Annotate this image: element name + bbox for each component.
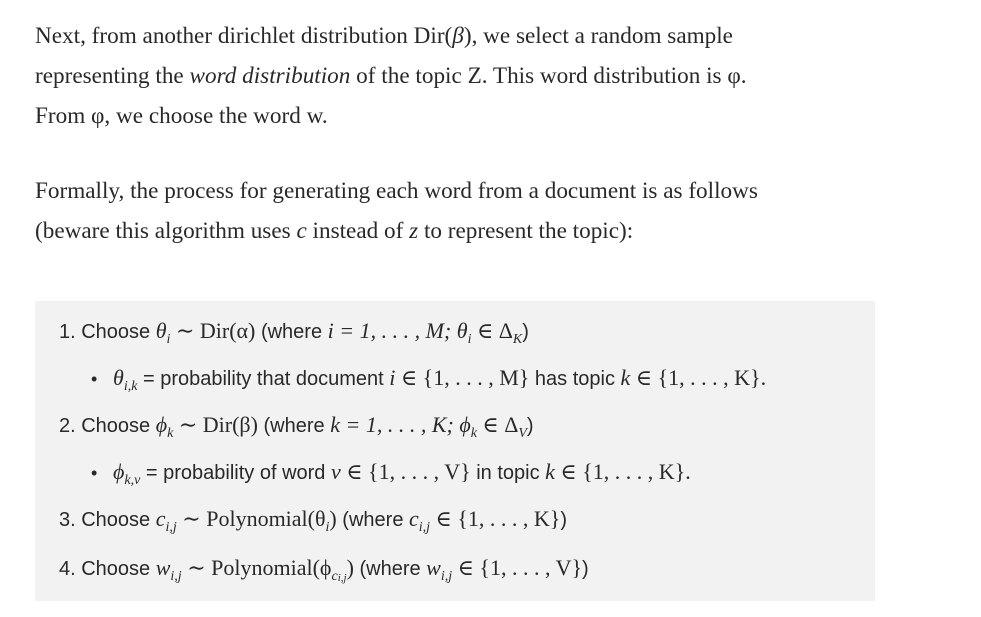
math-expression: ∈ {1, . . . , K} xyxy=(430,506,561,531)
math-expression: i = 1, . . . , M; θ xyxy=(327,318,468,343)
algorithm-step-3: 3. Choose ci,j ∼ Polynomial(θi) (where c… xyxy=(59,505,567,537)
detail-text: = probability of word xyxy=(140,462,331,484)
p1-text-e: From φ, we choose the word w. xyxy=(35,103,328,129)
p2-text-c: instead of xyxy=(306,218,410,244)
close-paren: ) xyxy=(560,509,568,531)
phi-symbol: ϕ xyxy=(155,412,168,437)
p2-text-b: (beware this algorithm uses xyxy=(35,218,297,244)
algorithm-step-2: 2. Choose ϕk ∼ Dir(β) (where k = 1, . . … xyxy=(59,411,534,443)
paragraph-word-distribution: Next, from another dirichlet distributio… xyxy=(35,16,955,136)
math-expression: ∈ {1, . . . , V} xyxy=(340,459,471,484)
algorithm-step-2-detail: • ϕk,v = probability of word v ∈ {1, . . … xyxy=(91,458,691,490)
subscript: i xyxy=(467,332,472,347)
close-paren: ) xyxy=(522,321,529,343)
subscript: V xyxy=(518,426,527,441)
phi-symbol: ϕ xyxy=(113,459,125,484)
math-expression: ∼ Polynomial(θ xyxy=(176,506,326,531)
math-expression: ∈ {1, . . . , K}. xyxy=(554,459,691,484)
math-expression: ∈ {1, . . . , K}. xyxy=(630,365,767,390)
subscript: i,k xyxy=(123,379,138,394)
algorithm-step-1: 1. Choose θi ∼ Dir(α) (where i = 1, . . … xyxy=(59,317,529,349)
math-expression: ∼ Dir(α) xyxy=(170,318,256,343)
math-expression: ) xyxy=(329,506,337,531)
math-expression: ∼ Dir(β) xyxy=(173,412,258,437)
subscript: i,j xyxy=(165,520,177,535)
p1-text-b: ), we select a random sample xyxy=(463,23,733,49)
subscript: k xyxy=(470,426,477,441)
p2-text-d: to represent the topic): xyxy=(418,218,634,244)
subscript: k,v xyxy=(124,473,141,488)
step-label: 4. Choose xyxy=(59,558,156,580)
detail-text: in topic xyxy=(470,462,546,484)
p2-z-variable: z xyxy=(409,218,419,244)
math-expression: ) xyxy=(346,555,354,580)
c-symbol: c xyxy=(155,506,166,531)
bullet-icon: • xyxy=(91,463,98,483)
subscript: i,j xyxy=(418,520,431,535)
subscript: c xyxy=(331,569,338,584)
where-text: (where xyxy=(257,415,331,437)
math-var: k xyxy=(545,459,555,484)
step-label: 3. Choose xyxy=(59,509,156,531)
c-symbol: c xyxy=(409,506,419,531)
subscript: i,j xyxy=(440,569,453,584)
detail-text: = probability that document xyxy=(137,368,390,390)
where-text: (where xyxy=(336,509,409,531)
paragraph-formal-process: Formally, the process for generating eac… xyxy=(35,171,955,251)
where-text: (where xyxy=(255,321,328,343)
step-label: 2. Choose xyxy=(59,415,156,437)
subscript: i xyxy=(166,332,171,347)
math-expression: ∈ {1, . . . , V} xyxy=(452,555,583,580)
sub-subscript: i,j xyxy=(337,572,347,584)
theta-symbol: θ xyxy=(113,365,124,390)
p2-text-a: Formally, the process for generating eac… xyxy=(35,178,758,204)
subscript: K xyxy=(512,332,523,347)
bullet-icon: • xyxy=(91,369,98,389)
math-expression: ∈ {1, . . . , M} xyxy=(395,365,530,390)
p2-c-variable: c xyxy=(296,218,307,244)
close-paren: ) xyxy=(526,415,534,437)
math-var: k xyxy=(620,365,631,390)
step-label: 1. Choose xyxy=(59,321,156,343)
close-paren: ) xyxy=(582,558,589,580)
w-symbol: w xyxy=(155,555,171,580)
p1-emphasis: word distribution xyxy=(189,63,351,89)
subscript: i xyxy=(325,520,330,535)
math-expression: ∈ Δ xyxy=(476,412,519,437)
detail-text: has topic xyxy=(529,368,621,390)
p1-text-c: representing the xyxy=(35,63,190,89)
subscript: i,j xyxy=(170,569,182,584)
p1-beta-symbol: β xyxy=(452,23,464,49)
p1-text-a: Next, from another dirichlet distributio… xyxy=(35,23,453,49)
algorithm-step-4: 4. Choose wi,j ∼ Polynomial(ϕci,j) (wher… xyxy=(59,554,589,586)
subscript: k xyxy=(167,426,174,441)
theta-symbol: θ xyxy=(155,318,167,343)
math-expression: ∈ Δ xyxy=(471,318,513,343)
w-symbol: w xyxy=(426,555,441,580)
algorithm-step-1-detail: • θi,k = probability that document i ∈ {1… xyxy=(91,364,766,396)
math-expression: k = 1, . . . , K; ϕ xyxy=(330,412,471,437)
math-var: v xyxy=(330,459,341,484)
p1-text-d: of the topic Z. This word distribution i… xyxy=(350,63,747,89)
where-text: (where xyxy=(353,558,427,580)
math-expression: ∼ Polynomial(ϕ xyxy=(181,555,332,580)
